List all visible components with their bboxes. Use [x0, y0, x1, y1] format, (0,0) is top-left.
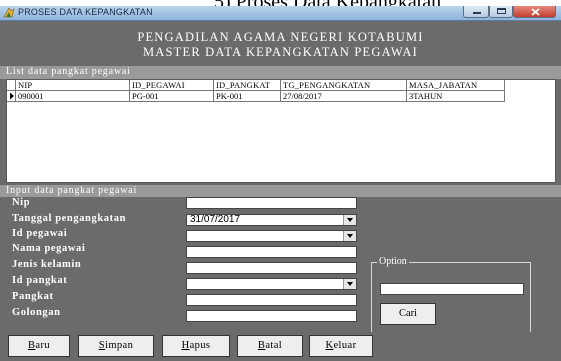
id-pegawai-label: Id pegawai — [12, 228, 68, 239]
simpan-button[interactable]: Simpan — [78, 335, 154, 357]
cell-masa-jabatan[interactable]: 3TAHUN — [407, 91, 505, 102]
pangkat-input[interactable] — [186, 294, 357, 306]
baru-button[interactable]: Baru — [8, 335, 70, 357]
header-panel: PENGADILAN AGAMA NEGERI KOTABUMI MASTER … — [0, 21, 561, 71]
pangkat-label: Pangkat — [12, 291, 54, 302]
option-legend: Option — [377, 256, 409, 267]
batal-button[interactable]: Batal — [237, 335, 303, 357]
nip-input[interactable] — [186, 197, 357, 209]
table-row[interactable]: 090001 PG-001 PK-001 27/08/2017 3TAHUN — [7, 91, 505, 102]
nip-label: Nip — [12, 197, 31, 208]
list-section-header: List data pangkat pegawai — [0, 66, 561, 79]
window-title: PROSES DATA KEPANGKATAN — [18, 7, 153, 17]
tanggal-pengangkatan-label: Tanggal pengangkatan — [12, 213, 127, 224]
app-icon — [3, 7, 15, 18]
row-indicator-header — [7, 80, 16, 91]
golongan-label: Golongan — [12, 307, 61, 318]
golongan-input[interactable] — [186, 310, 357, 322]
cari-button[interactable]: Cari — [380, 303, 436, 325]
jenis-kelamin-label: Jenis kelamin — [12, 259, 82, 270]
jenis-kelamin-input[interactable] — [186, 262, 357, 274]
maximize-button[interactable] — [489, 6, 513, 18]
input-section-label: Input data pangkat pegawai — [6, 185, 138, 196]
column-header-id-pegawai[interactable]: ID_PEGAWAI — [130, 80, 214, 91]
cell-tg-pengangkatan[interactable]: 27/08/2017 — [281, 91, 407, 102]
cari-button-label: Cari — [398, 308, 418, 319]
hapus-button[interactable]: Hapus — [162, 335, 230, 357]
title-bar[interactable]: PROSES DATA KEPANGKATAN — [0, 6, 561, 21]
id-pegawai-select[interactable] — [186, 230, 357, 242]
maximize-icon — [497, 8, 506, 14]
option-groupbox — [371, 262, 531, 337]
column-header-masa-jabatan[interactable]: MASA_JABATAN — [407, 80, 505, 91]
chevron-down-icon[interactable] — [343, 231, 356, 241]
column-header-tg-pengangkatan[interactable]: TG_PENGANGKATAN — [281, 80, 407, 91]
nama-pegawai-label: Nama pegawai — [12, 243, 86, 254]
chevron-down-icon[interactable] — [343, 279, 356, 289]
cell-id-pegawai[interactable]: PG-001 — [130, 91, 214, 102]
nama-pegawai-input[interactable] — [186, 246, 357, 258]
page-title: MASTER DATA KEPANGKATAN PEGAWAI — [142, 45, 419, 59]
keluar-button[interactable]: Keluar — [309, 335, 373, 357]
current-row-indicator — [7, 91, 16, 102]
list-section-label: List data pangkat pegawai — [6, 66, 131, 77]
chevron-down-icon[interactable] — [343, 215, 356, 225]
tanggal-pengangkatan-picker[interactable]: 31/07/2017 — [186, 214, 357, 226]
column-header-id-pangkat[interactable]: ID_PANGKAT — [214, 80, 281, 91]
app-window: PROSES DATA KEPANGKATAN PENGADILAN AGAMA… — [0, 6, 561, 361]
id-pangkat-select[interactable] — [186, 278, 357, 290]
action-button-bar: Baru Simpan Hapus Batal Keluar — [0, 332, 561, 361]
minimize-button[interactable] — [463, 6, 489, 18]
column-header-nip[interactable]: NIP — [16, 80, 130, 91]
id-pangkat-label: Id pangkat — [12, 275, 68, 286]
row-pointer-icon — [10, 92, 14, 100]
tanggal-pengangkatan-value: 31/07/2017 — [190, 214, 241, 225]
institution-title: PENGADILAN AGAMA NEGERI KOTABUMI — [137, 30, 424, 44]
input-section-header: Input data pangkat pegawai — [0, 185, 561, 197]
pangkat-data-grid[interactable]: NIP ID_PEGAWAI ID_PANGKAT TG_PENGANGKATA… — [6, 79, 556, 183]
close-icon — [531, 8, 540, 16]
grid-header-row: NIP ID_PEGAWAI ID_PANGKAT TG_PENGANGKATA… — [7, 80, 505, 91]
cell-nip[interactable]: 090001 — [16, 91, 130, 102]
close-button[interactable] — [513, 6, 556, 18]
option-search-input[interactable] — [380, 283, 524, 295]
minimize-icon — [473, 12, 481, 14]
cell-id-pangkat[interactable]: PK-001 — [214, 91, 281, 102]
